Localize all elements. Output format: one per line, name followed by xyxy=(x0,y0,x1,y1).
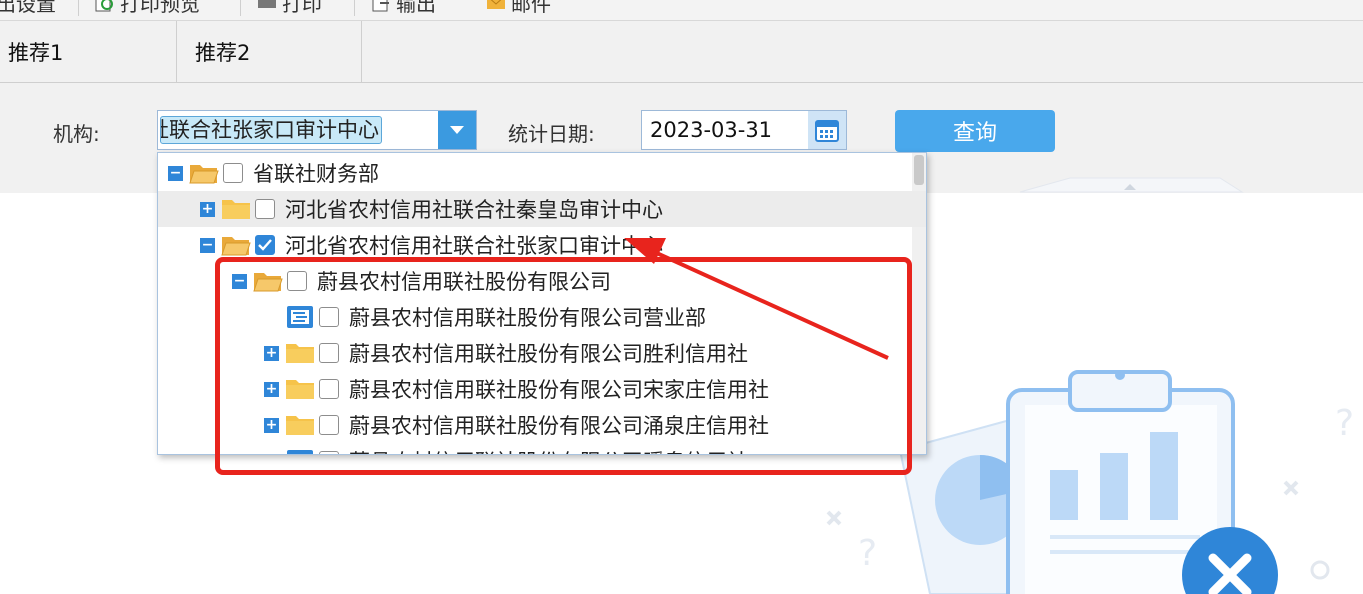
query-button[interactable]: 查询 xyxy=(895,110,1055,152)
date-field-value: 2023-03-31 xyxy=(650,118,773,142)
chevron-down-icon xyxy=(450,126,464,134)
org-select-value[interactable]: 河北省农村信用社联合社张家口审计中心 xyxy=(160,116,382,144)
tab-recommend-2-label: 推荐2 xyxy=(195,40,251,65)
org-dropdown-button[interactable] xyxy=(438,111,476,149)
tab-recommend-2[interactable]: 推荐2 xyxy=(177,21,362,82)
org-select[interactable]: 河北省农村信用社联合社张家口审计中心 xyxy=(157,110,477,150)
toolbar-separator xyxy=(240,0,241,16)
collapse-icon[interactable]: − xyxy=(200,237,215,253)
toolbar-export-label: 输出 xyxy=(396,0,436,16)
print-preview-icon xyxy=(95,0,113,12)
tab-recommend-1[interactable]: 推荐1 xyxy=(0,21,177,82)
svg-text:?: ? xyxy=(1335,403,1354,444)
tab-recommend-1-label: 推荐1 xyxy=(8,40,64,65)
tab-bar: 推荐1 推荐2 xyxy=(0,21,1363,83)
date-field[interactable]: 2023-03-31 xyxy=(641,110,847,150)
printer-icon xyxy=(258,0,276,8)
tree-item[interactable]: + 河北省农村信用社联合社秦皇岛审计中心 xyxy=(158,191,926,227)
calendar-button[interactable] xyxy=(808,111,846,149)
toolbar-separator xyxy=(354,0,355,16)
toolbar-item-settings[interactable]: 出设置 xyxy=(0,0,56,16)
tree-checkbox[interactable] xyxy=(255,235,275,255)
toolbar-item-mail[interactable]: 邮件 xyxy=(485,0,551,16)
tree-checkbox[interactable] xyxy=(223,163,243,183)
org-select-value-text: 河北省农村信用社联合社张家口审计中心 xyxy=(161,118,379,142)
tree-item-label: 河北省农村信用社联合社张家口审计中心 xyxy=(285,234,663,258)
org-label: 机构: xyxy=(53,122,100,146)
toolbar-item-print[interactable]: 打印 xyxy=(256,0,322,16)
export-icon xyxy=(372,0,389,12)
expand-icon[interactable]: + xyxy=(200,201,215,217)
folder-open-icon xyxy=(189,165,219,184)
annotation-highlight-box xyxy=(215,257,912,475)
checkmark-icon xyxy=(258,239,272,251)
toolbar-print-label: 打印 xyxy=(282,0,322,16)
toolbar-print-preview-label: 打印预览 xyxy=(120,0,200,16)
mail-icon xyxy=(487,0,505,9)
toolbar-item-print-preview[interactable]: 打印预览 xyxy=(94,0,200,16)
tree-item[interactable]: − 省联社财务部 xyxy=(158,155,924,191)
svg-text:?: ? xyxy=(858,533,877,574)
tree-item-label: 省联社财务部 xyxy=(253,162,379,186)
toolbar: 出设置 打印预览 打印 输出 邮件 xyxy=(0,0,1363,21)
toolbar-item-export[interactable]: 输出 xyxy=(370,0,436,16)
collapse-icon[interactable]: − xyxy=(168,165,183,181)
date-label: 统计日期: xyxy=(508,122,595,146)
folder-open-icon xyxy=(221,237,251,256)
folder-icon xyxy=(222,200,250,219)
tree-checkbox[interactable] xyxy=(255,199,275,219)
toolbar-settings-label: 出设置 xyxy=(0,0,56,16)
tree-item-label: 河北省农村信用社联合社秦皇岛审计中心 xyxy=(285,198,663,222)
toolbar-separator xyxy=(78,0,79,16)
toolbar-mail-label: 邮件 xyxy=(511,0,551,16)
calendar-icon xyxy=(815,120,839,142)
